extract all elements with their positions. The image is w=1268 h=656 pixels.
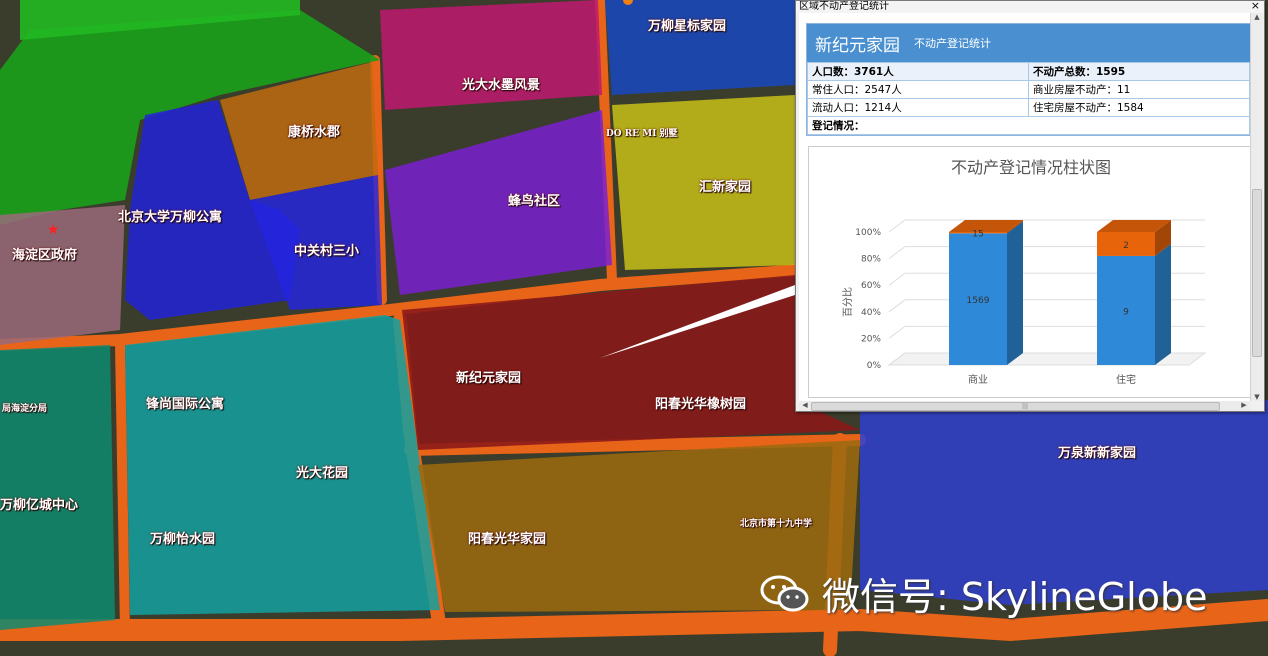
scroll-left-icon[interactable]: ◀ <box>799 401 811 409</box>
scroll-thumb[interactable] <box>1252 189 1262 357</box>
region-fengshang[interactable] <box>125 315 440 615</box>
label-kangqiao: 康桥水郡 <box>288 125 341 140</box>
close-icon[interactable]: × <box>1251 1 1260 12</box>
label-huixin: 汇新家园 <box>699 180 752 195</box>
label-yangchun-xiangshu: 阳春光华橡树园 <box>655 397 747 412</box>
y-tick-label: 80% <box>861 255 881 265</box>
stats-header: 新纪元家园 不动产登记统计 <box>807 24 1250 62</box>
bar-segment-side <box>1007 221 1023 365</box>
y-tick-label: 20% <box>861 334 881 344</box>
region-title: 新纪元家园 <box>815 35 900 56</box>
table-row: 常住人口：2547人 商业房屋不动产：11 <box>807 80 1250 99</box>
table-cell: 住宅房屋不动产：1584 <box>1028 98 1250 117</box>
stats-subtitle: 不动产登记统计 <box>914 37 991 50</box>
region-wanliu-yicheng[interactable] <box>0 345 115 630</box>
x-tick-label: 住宅 <box>1116 373 1136 386</box>
data-label: 1569 <box>967 296 990 306</box>
label-doremi: DO RE MI 别墅 <box>606 129 678 139</box>
table-row: 登记情况： <box>807 116 1250 135</box>
label-wanquan-xinxin: 万泉新新家园 <box>1058 446 1137 461</box>
horizontal-scrollbar[interactable]: ◀ ||| ▶ <box>799 401 1250 411</box>
popup-content: 新纪元家园 不动产登记统计 人口数：3761人 不动产总数：1595 常住人口：… <box>799 13 1250 401</box>
label-guangda-huayuan: 光大花园 <box>296 466 349 481</box>
data-label: 2 <box>1123 241 1129 251</box>
label-pku-apartment: 北京大学万柳公寓 <box>118 210 223 225</box>
popup-titlebar[interactable]: 区域不动产登记统计 × <box>796 1 1264 13</box>
scroll-right-icon[interactable]: ▶ <box>1238 401 1250 409</box>
stats-panel: 新纪元家园 不动产登记统计 人口数：3761人 不动产总数：1595 常住人口：… <box>806 23 1250 136</box>
y-tick-label: 100% <box>855 228 881 238</box>
table-row: 流动人口：1214人 住宅房屋不动产：1584 <box>807 98 1250 117</box>
label-wanliu-yishui: 万柳怡水园 <box>150 532 216 547</box>
table-cell: 商业房屋不动产：11 <box>1028 80 1250 99</box>
label-guangda-shuimo: 光大水墨风景 <box>462 78 541 93</box>
x-tick-label: 商业 <box>968 373 988 386</box>
label-wanliu-yicheng: 万柳亿城中心 <box>0 498 79 513</box>
label-zhongguancun-3: 中关村三小 <box>294 244 360 259</box>
table-cell: 登记情况： <box>807 116 1250 135</box>
vertical-scrollbar[interactable]: ▲ ▼ <box>1250 13 1263 401</box>
government-star-icon: ★ <box>47 222 60 238</box>
data-label: 15 <box>972 230 983 240</box>
y-tick-label: 40% <box>861 308 881 318</box>
table-cell: 常住人口：2547人 <box>807 80 1029 99</box>
chart-svg: 不动产登记情况柱状图百分比 0% 20% 40% 60% 80% 100% 1569 15 商业 9… <box>842 158 1207 386</box>
popup-window-title: 区域不动产登记统计 <box>799 1 889 12</box>
region-haidian-gov[interactable] <box>0 205 125 345</box>
chart-title: 不动产登记情况柱状图 <box>951 158 1111 177</box>
scroll-up-icon[interactable]: ▲ <box>1251 13 1263 21</box>
label-fengniao: 蜂鸟社区 <box>508 194 561 209</box>
stats-popup-window[interactable]: 区域不动产登记统计 × 新纪元家园 不动产登记统计 人口数：3761人 不动产总… <box>795 0 1265 412</box>
region-guangda-shuimo[interactable] <box>380 0 602 110</box>
y-tick-label: 0% <box>867 361 882 371</box>
table-row: 人口数：3761人 不动产总数：1595 <box>807 62 1250 81</box>
label-yangchun-jiayuan: 阳春光华家园 <box>468 532 547 547</box>
wechat-watermark: 微信号: SkylineGlobe <box>760 566 1207 621</box>
h-scroll-thumb[interactable]: ||| <box>811 402 1220 411</box>
label-xinjiyuan: 新纪元家园 <box>456 371 522 386</box>
stats-table: 人口数：3761人 不动产总数：1595 常住人口：2547人 商业房屋不动产：… <box>807 62 1250 135</box>
table-cell: 不动产总数：1595 <box>1028 62 1250 81</box>
label-police: 局海淀分局 <box>2 404 48 414</box>
bar-chart: 不动产登记情况柱状图百分比 0% 20% 40% 60% 80% 100% 1569 15 商业 9… <box>808 146 1250 398</box>
label-wanliu-xingbiao: 万柳星标家园 <box>648 19 727 34</box>
table-cell: 流动人口：1214人 <box>807 98 1029 117</box>
data-label: 9 <box>1123 307 1129 317</box>
scroll-down-icon[interactable]: ▼ <box>1251 393 1263 401</box>
y-tick-label: 60% <box>861 281 881 291</box>
label-fengshang: 锋尚国际公寓 <box>146 397 225 412</box>
chart-ylabel: 百分比 <box>842 287 854 317</box>
label-school-19: 北京市第十九中学 <box>740 519 813 529</box>
wechat-icon <box>760 575 809 611</box>
bar-segment-side <box>1155 243 1171 365</box>
grip-icon: ||| <box>1022 403 1029 410</box>
label-haidian-gov: 海淀区政府 <box>12 248 78 263</box>
table-cell: 人口数：3761人 <box>807 62 1029 81</box>
watermark-text: 微信号: SkylineGlobe <box>822 575 1208 619</box>
